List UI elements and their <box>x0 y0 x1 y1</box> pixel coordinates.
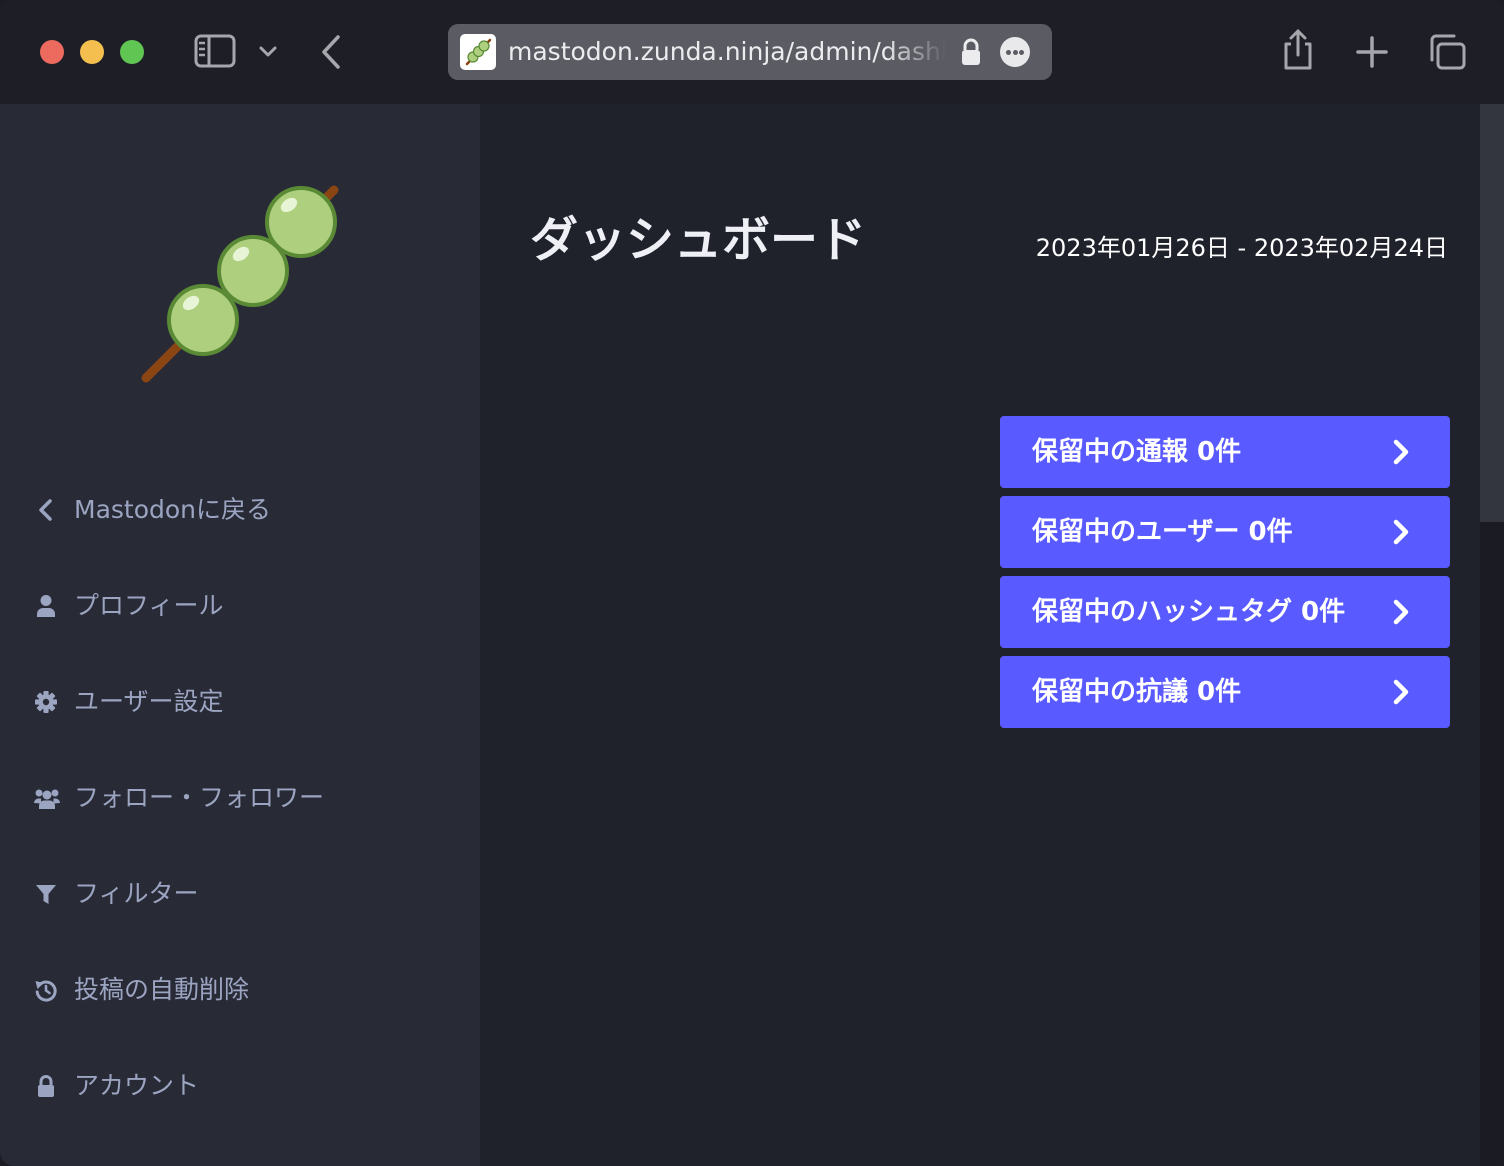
sidebar-item-label: フィルター <box>74 879 199 908</box>
plus-icon[interactable] <box>1352 32 1392 72</box>
sidebar-item-label: プロフィール <box>74 591 224 620</box>
sidebar-item-label: ユーザー設定 <box>74 687 224 716</box>
sidebar-item-follows[interactable]: フォロー・フォロワー <box>30 774 450 822</box>
lock-icon <box>38 1075 54 1097</box>
scrollbar-thumb[interactable] <box>1480 104 1504 522</box>
users-icon <box>34 789 60 809</box>
pending-reports-button[interactable]: 保留中の通報 0件 <box>1000 416 1450 488</box>
pending-hashtags-button[interactable]: 保留中のハッシュタグ 0件 <box>1000 576 1450 648</box>
page-title: ダッシュボード <box>530 212 867 268</box>
lock-icon <box>962 38 980 65</box>
dango-logo-icon[interactable] <box>132 180 348 396</box>
gear-icon <box>35 691 57 713</box>
chevron-down-icon[interactable] <box>256 40 280 64</box>
button-label: 保留中の抗議 0件 <box>1032 677 1242 707</box>
sidebar-item-label: フォロー・フォロワー <box>74 783 325 812</box>
sidebar-toggle-icon[interactable] <box>194 34 236 68</box>
button-label: 保留中のハッシュタグ 0件 <box>1032 597 1346 627</box>
settings-sidebar: Mastodonに戻る プロフィール ユーザー設定 フォロー・フォロワー フィル… <box>0 104 480 1166</box>
history-icon <box>35 980 57 1002</box>
page-menu-button[interactable] <box>1000 37 1030 67</box>
button-label: 保留中のユーザー 0件 <box>1032 517 1293 547</box>
sidebar-item-filters[interactable]: フィルター <box>30 870 450 918</box>
chevron-right-icon <box>1393 439 1409 465</box>
pending-appeals-button[interactable]: 保留中の抗議 0件 <box>1000 656 1450 728</box>
user-icon <box>37 595 55 617</box>
sidebar-item-user-settings[interactable]: ユーザー設定 <box>30 678 450 726</box>
sidebar-item-label: Mastodonに戻る <box>74 495 272 524</box>
share-icon[interactable] <box>1280 28 1316 72</box>
chevron-right-icon <box>1393 519 1409 545</box>
close-window-button[interactable] <box>40 40 64 64</box>
browser-window: mastodon.zunda.ninja/admin/dashboard <box>0 0 1504 1166</box>
button-label: 保留中の通報 0件 <box>1032 437 1242 467</box>
filter-icon <box>36 885 56 904</box>
browser-toolbar: mastodon.zunda.ninja/admin/dashboard <box>0 0 1504 105</box>
url-text[interactable]: mastodon.zunda.ninja/admin/dashboard <box>508 24 946 80</box>
site-favicon <box>460 34 496 70</box>
dashboard-main: ダッシュボード 2023年01月26日 - 2023年02月24日 保留中の通報… <box>480 104 1480 1166</box>
minimize-window-button[interactable] <box>80 40 104 64</box>
sidebar-item-profile[interactable]: プロフィール <box>30 582 450 630</box>
chevron-left-icon <box>39 499 52 521</box>
back-arrow-icon[interactable] <box>316 34 346 70</box>
sidebar-item-auto-delete[interactable]: 投稿の自動削除 <box>30 966 450 1014</box>
sidebar-item-label: 投稿の自動削除 <box>74 975 250 1004</box>
sidebar-item-label: アカウント <box>74 1071 200 1100</box>
chevron-right-icon <box>1393 679 1409 705</box>
scrollbar-track[interactable] <box>1480 104 1504 1166</box>
sidebar-item-back-to-mastodon[interactable]: Mastodonに戻る <box>30 486 450 534</box>
sidebar-item-account[interactable]: アカウント <box>30 1062 450 1110</box>
date-range: 2023年01月26日 - 2023年02月24日 <box>1035 234 1448 262</box>
maximize-window-button[interactable] <box>120 40 144 64</box>
chevron-right-icon <box>1393 599 1409 625</box>
address-bar[interactable]: mastodon.zunda.ninja/admin/dashboard <box>448 24 1052 80</box>
tab-overview-icon[interactable] <box>1426 32 1468 72</box>
pending-users-button[interactable]: 保留中のユーザー 0件 <box>1000 496 1450 568</box>
